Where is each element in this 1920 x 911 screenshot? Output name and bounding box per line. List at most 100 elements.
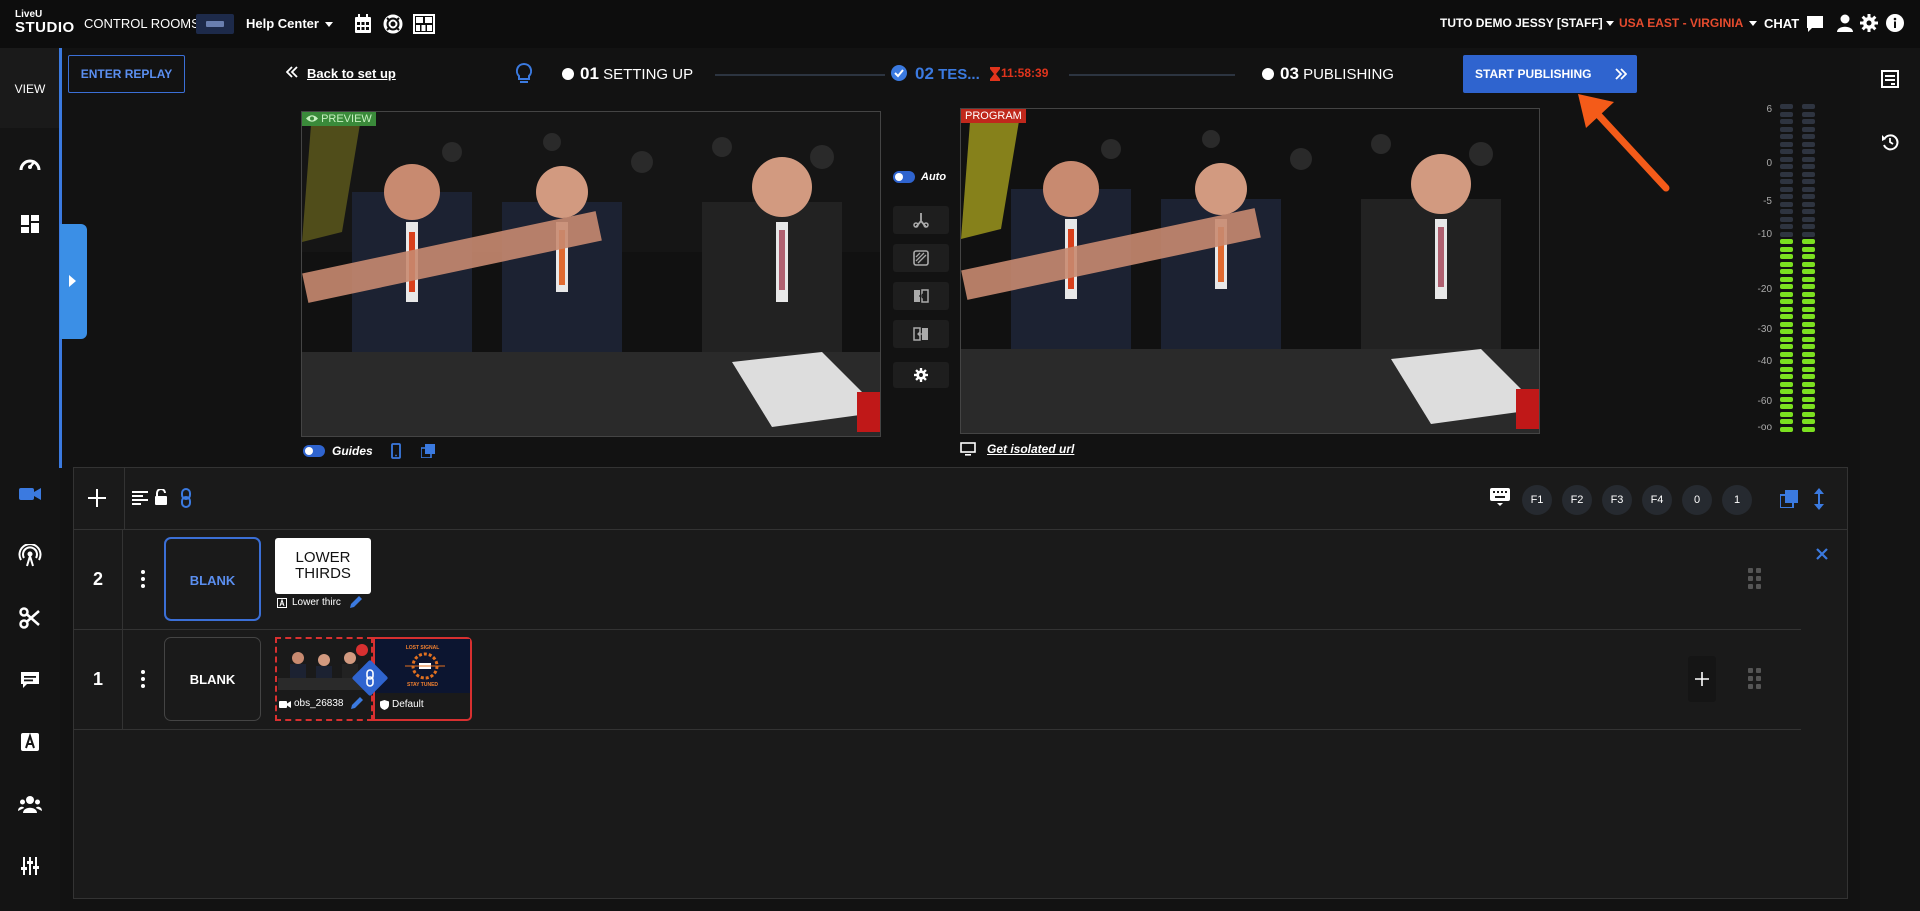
vu-meter-segment bbox=[1780, 134, 1793, 139]
shortcut-f4-button[interactable]: F4 bbox=[1642, 485, 1672, 515]
align-left-icon[interactable] bbox=[132, 491, 148, 505]
vertical-resize-icon[interactable] bbox=[1814, 488, 1824, 510]
step-dot bbox=[1262, 68, 1274, 80]
layout-grid-icon[interactable] bbox=[18, 212, 42, 236]
wipe-left-transition-button[interactable] bbox=[893, 320, 949, 348]
hourglass-icon bbox=[990, 67, 1000, 81]
add-layer-icon[interactable] bbox=[87, 488, 107, 508]
vu-meter-segment bbox=[1780, 329, 1793, 334]
rundown-list-icon[interactable] bbox=[1881, 70, 1899, 88]
preview-video[interactable]: PREVIEW bbox=[301, 111, 881, 437]
back-to-setup-link[interactable]: Back to set up bbox=[307, 66, 396, 81]
auto-label: Auto bbox=[921, 171, 947, 183]
sliders-mixer-icon[interactable] bbox=[18, 854, 42, 878]
vu-meter-segment bbox=[1802, 291, 1815, 297]
start-publishing-button[interactable]: START PUBLISHING bbox=[1463, 55, 1637, 93]
user-dropdown[interactable]: TUTO DEMO JESSY [STAFF] bbox=[1440, 16, 1614, 30]
users-group-icon[interactable] bbox=[18, 792, 42, 816]
vu-meter-segment bbox=[1780, 104, 1793, 109]
step-testing[interactable]: 02 TES... bbox=[890, 64, 980, 84]
guides-label: Guides bbox=[332, 444, 373, 458]
enter-replay-button[interactable]: ENTER REPLAY bbox=[68, 55, 185, 93]
vu-meter-segment bbox=[1780, 306, 1793, 312]
link-chain-icon[interactable] bbox=[181, 488, 191, 508]
chat-label[interactable]: CHAT bbox=[1764, 16, 1799, 31]
expand-panel-tab[interactable] bbox=[60, 224, 87, 339]
control-rooms-link[interactable]: CONTROL ROOMS bbox=[84, 16, 200, 31]
lightbulb-icon[interactable] bbox=[514, 62, 534, 86]
vu-meter-segment bbox=[1802, 216, 1815, 222]
default-graphic-card[interactable]: LOST SIGNAL STAY TUNED Default bbox=[373, 637, 472, 721]
vu-meter-segment bbox=[1802, 209, 1815, 214]
drag-handle-icon[interactable] bbox=[1748, 668, 1762, 690]
guides-toggle[interactable] bbox=[303, 445, 325, 457]
vu-meter-segment bbox=[1780, 201, 1793, 207]
vu-meter-segment bbox=[1780, 224, 1793, 229]
shortcut-f2-button[interactable]: F2 bbox=[1562, 485, 1592, 515]
lower-thirds-card[interactable]: LOWER THIRDS bbox=[275, 538, 371, 594]
cut-transition-button[interactable] bbox=[893, 206, 949, 234]
vu-meter-segment bbox=[1780, 351, 1793, 357]
gear-icon[interactable] bbox=[1860, 14, 1878, 32]
blank-source-card[interactable]: BLANK bbox=[164, 537, 261, 621]
vu-meter-segment bbox=[1802, 269, 1815, 274]
view-section[interactable]: VIEW bbox=[0, 48, 60, 128]
help-center-dropdown[interactable]: Help Center bbox=[246, 16, 333, 31]
pencil-edit-icon[interactable] bbox=[349, 595, 363, 609]
kebab-menu-icon[interactable] bbox=[141, 570, 145, 591]
right-sidebar bbox=[1860, 48, 1920, 911]
step-label: SETTING UP bbox=[603, 66, 694, 83]
vu-meter-segment bbox=[1802, 329, 1815, 334]
unlock-icon[interactable] bbox=[154, 489, 168, 505]
fade-transition-button[interactable] bbox=[893, 244, 949, 272]
vu-scale-label: -20 bbox=[1757, 284, 1772, 295]
info-icon[interactable] bbox=[1886, 14, 1904, 32]
scissors-icon[interactable] bbox=[18, 606, 42, 630]
chat-icon[interactable] bbox=[1806, 15, 1824, 33]
vu-meter-segment bbox=[1802, 351, 1815, 357]
lifebuoy-icon[interactable] bbox=[383, 14, 403, 34]
kebab-menu-icon[interactable] bbox=[141, 670, 145, 691]
get-isolated-url-link[interactable]: Get isolated url bbox=[987, 442, 1074, 456]
shortcut-1-button[interactable]: 1 bbox=[1722, 485, 1752, 515]
drag-handle-icon[interactable] bbox=[1748, 568, 1762, 590]
message-box-icon[interactable] bbox=[18, 668, 42, 692]
mobile-device-icon[interactable] bbox=[391, 443, 401, 459]
vu-meter-segment bbox=[1802, 156, 1815, 162]
vu-meter-segment bbox=[1802, 411, 1815, 417]
calendar-icon[interactable] bbox=[354, 14, 372, 34]
broadcast-antenna-icon[interactable] bbox=[18, 544, 42, 568]
vu-scale-label: -5 bbox=[1763, 196, 1772, 207]
vu-meter-segment bbox=[1802, 389, 1815, 394]
user-name: TUTO DEMO JESSY [STAFF] bbox=[1440, 16, 1603, 30]
blank-source-card[interactable]: BLANK bbox=[164, 637, 261, 721]
layers-panel: F1 F2 F3 F4 0 1 2 BLANK LOWER THIRDS Low… bbox=[73, 467, 1848, 899]
auto-toggle[interactable] bbox=[893, 171, 915, 183]
copy-layers-icon[interactable] bbox=[1780, 490, 1798, 508]
wipe-right-transition-button[interactable] bbox=[893, 282, 949, 310]
text-graphic-icon[interactable] bbox=[18, 730, 42, 754]
shortcut-0-button[interactable]: 0 bbox=[1682, 485, 1712, 515]
keyboard-shortcuts-icon[interactable] bbox=[1490, 488, 1510, 506]
shortcut-f1-button[interactable]: F1 bbox=[1522, 485, 1552, 515]
step-setting-up[interactable]: 01 SETTING UP bbox=[562, 64, 693, 84]
program-video[interactable]: PROGRAM bbox=[960, 108, 1540, 434]
liveu-studio-logo[interactable]: LiveU STUDIO bbox=[15, 10, 74, 38]
user-icon[interactable] bbox=[1837, 14, 1853, 32]
history-undo-icon[interactable] bbox=[1881, 133, 1899, 151]
camera-source-icon[interactable] bbox=[18, 482, 42, 506]
close-icon[interactable] bbox=[1816, 548, 1828, 560]
pencil-edit-icon[interactable] bbox=[350, 696, 364, 710]
multiview-layout-icon[interactable] bbox=[413, 14, 435, 34]
shortcut-f3-button[interactable]: F3 bbox=[1602, 485, 1632, 515]
region-dropdown[interactable]: USA EAST - VIRGINIA bbox=[1619, 16, 1758, 30]
vu-meter-segment bbox=[1802, 299, 1815, 304]
copy-layers-icon[interactable] bbox=[421, 444, 435, 458]
vu-meter-segment bbox=[1802, 111, 1815, 117]
transition-settings-button[interactable] bbox=[893, 362, 949, 388]
vu-scale-label: -30 bbox=[1757, 324, 1772, 335]
step-publishing[interactable]: 03 PUBLISHING bbox=[1262, 64, 1394, 84]
vu-meter-segment bbox=[1780, 321, 1793, 327]
add-source-button[interactable] bbox=[1688, 656, 1716, 702]
dashboard-gauge-icon[interactable] bbox=[18, 152, 42, 176]
